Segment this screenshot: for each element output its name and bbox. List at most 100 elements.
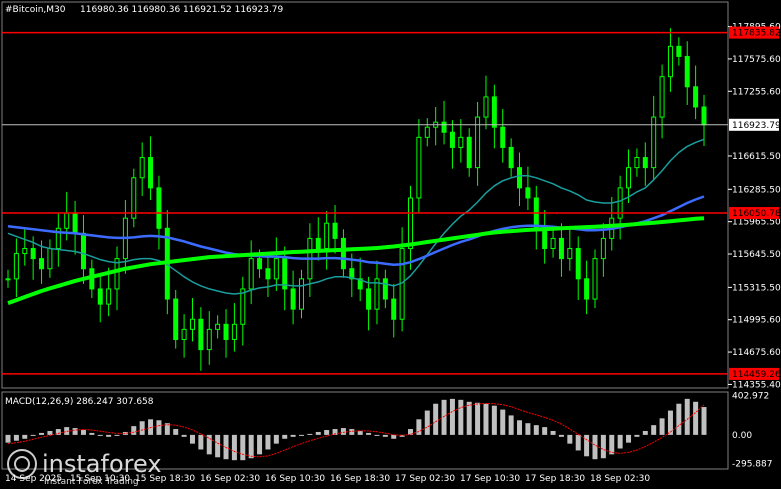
macd-histogram-bar — [131, 426, 137, 435]
macd-histogram-bar — [315, 431, 321, 435]
price-tick-label: 114995.60 — [732, 316, 781, 326]
price-tick-label: 117575.60 — [732, 55, 781, 65]
macd-tick-label: 0.00 — [732, 431, 752, 441]
ma-mid-line — [7, 195, 705, 266]
macd-histogram-bar — [357, 430, 363, 435]
macd-histogram-bar — [693, 401, 699, 435]
macd-histogram-bar — [382, 434, 388, 437]
macd-histogram-bar — [592, 434, 598, 460]
candle-body — [248, 258, 254, 290]
macd-histogram-bar — [307, 433, 313, 435]
macd-histogram-bar — [215, 434, 221, 458]
candle-body — [148, 157, 154, 189]
macd-histogram-bar — [701, 407, 707, 435]
macd-histogram-bar — [626, 434, 632, 443]
candle-body — [72, 212, 78, 234]
macd-histogram-bar — [424, 410, 430, 435]
macd-histogram-bar — [5, 434, 11, 443]
time-tick-label: 18 Sep 02:30 — [590, 474, 650, 484]
candle-body — [64, 212, 70, 229]
macd-histogram-bar — [22, 434, 28, 439]
macd-histogram-bar — [617, 434, 623, 449]
candle-body — [382, 278, 388, 300]
macd-histogram-bar — [30, 434, 36, 436]
time-tick-label: 16 Sep 18:30 — [330, 474, 390, 484]
macd-histogram-bar — [433, 403, 439, 435]
macd-histogram-bar — [231, 434, 237, 461]
candle-body — [441, 121, 447, 133]
macd-histogram-bar — [173, 429, 179, 435]
macd-histogram-bar — [458, 399, 464, 435]
candle-body — [634, 157, 640, 169]
price-tick-label: 115965.50 — [732, 218, 781, 228]
macd-histogram-bar — [600, 434, 606, 459]
time-tick-label: 17 Sep 10:30 — [460, 474, 520, 484]
candle-body — [525, 187, 531, 199]
price-tick-label: 115645.50 — [732, 250, 781, 260]
macd-histogram-bar — [500, 409, 506, 435]
candle-body — [173, 298, 179, 340]
macd-histogram-bar — [667, 410, 673, 435]
macd-histogram-bar — [89, 432, 95, 435]
candle-body — [181, 328, 187, 340]
candle-body — [139, 157, 145, 179]
macd-histogram-bar — [72, 428, 78, 435]
candle-body — [558, 237, 564, 260]
macd-signal-line — [7, 402, 705, 458]
macd-histogram-bar — [483, 403, 489, 435]
macd-title: MACD(12,26,9) 286.247 307.658 — [5, 397, 154, 407]
macd-tick-label: 402.972 — [732, 392, 769, 402]
candle-body — [22, 248, 28, 255]
time-tick-label: 16 Sep 02:30 — [200, 474, 260, 484]
macd-histogram-bar — [156, 420, 162, 435]
macd-histogram-bar — [97, 434, 103, 436]
candle-body — [131, 177, 137, 219]
candle-body — [156, 187, 162, 229]
macd-histogram-bar — [47, 430, 53, 435]
price-tick-label: 117255.60 — [732, 87, 781, 97]
level-label: 116050.78 — [732, 209, 781, 219]
price-tick-label: 115315.50 — [732, 283, 781, 293]
candle-body — [240, 288, 246, 325]
macd-histogram-bar — [525, 423, 531, 435]
macd-histogram-bar — [366, 432, 372, 435]
macd-histogram-bar — [642, 430, 648, 435]
macd-histogram-bar — [181, 434, 187, 437]
candle-body — [676, 45, 682, 57]
macd-histogram-bar — [475, 402, 481, 435]
candle-body — [449, 131, 455, 148]
macd-histogram-bar — [148, 419, 154, 435]
macd-histogram-bar — [265, 434, 271, 450]
macd-histogram-bar — [290, 434, 296, 437]
macd-histogram-bar — [80, 430, 86, 435]
candle-body — [517, 167, 523, 189]
candle-body — [189, 318, 195, 330]
candle-body — [231, 323, 237, 340]
macd-histogram-bar — [449, 398, 455, 435]
candle-body — [273, 258, 279, 280]
candle-body — [198, 318, 204, 351]
level-label: 117835.82 — [732, 29, 781, 39]
macd-histogram-bar — [391, 434, 397, 439]
candle-body — [30, 248, 36, 260]
candle-body — [332, 222, 338, 239]
candle-body — [642, 157, 648, 169]
candle-body — [408, 197, 414, 250]
macd-histogram-bar — [324, 430, 330, 435]
macd-histogram-bar — [114, 434, 120, 436]
macd-histogram-bar — [659, 418, 665, 435]
macd-histogram-bar — [676, 403, 682, 435]
candle-body — [508, 146, 514, 169]
macd-histogram-bar — [542, 427, 548, 435]
macd-histogram-bar — [340, 428, 346, 435]
candle-body — [483, 96, 489, 118]
candle-body — [626, 167, 632, 189]
candle-body — [567, 248, 573, 260]
candle-body — [340, 237, 346, 270]
candle-body — [223, 323, 229, 340]
macd-histogram-bar — [298, 434, 304, 436]
time-tick-label: 17 Sep 18:30 — [525, 474, 585, 484]
candle-body — [366, 288, 372, 310]
candle-body — [298, 278, 304, 310]
candle-body — [424, 126, 430, 138]
